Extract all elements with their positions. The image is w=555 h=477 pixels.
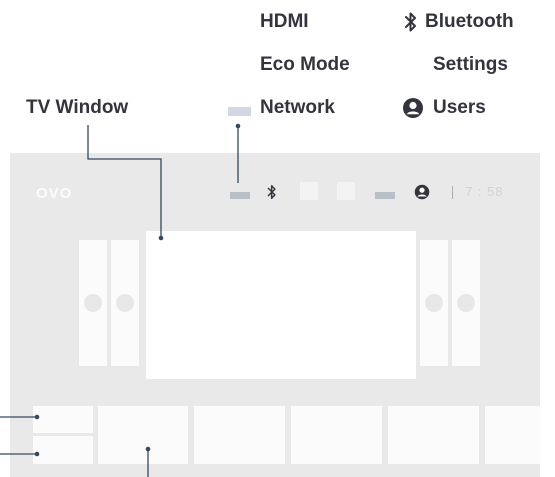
leader-lines xyxy=(0,123,241,477)
tv-window-leader xyxy=(87,125,162,238)
